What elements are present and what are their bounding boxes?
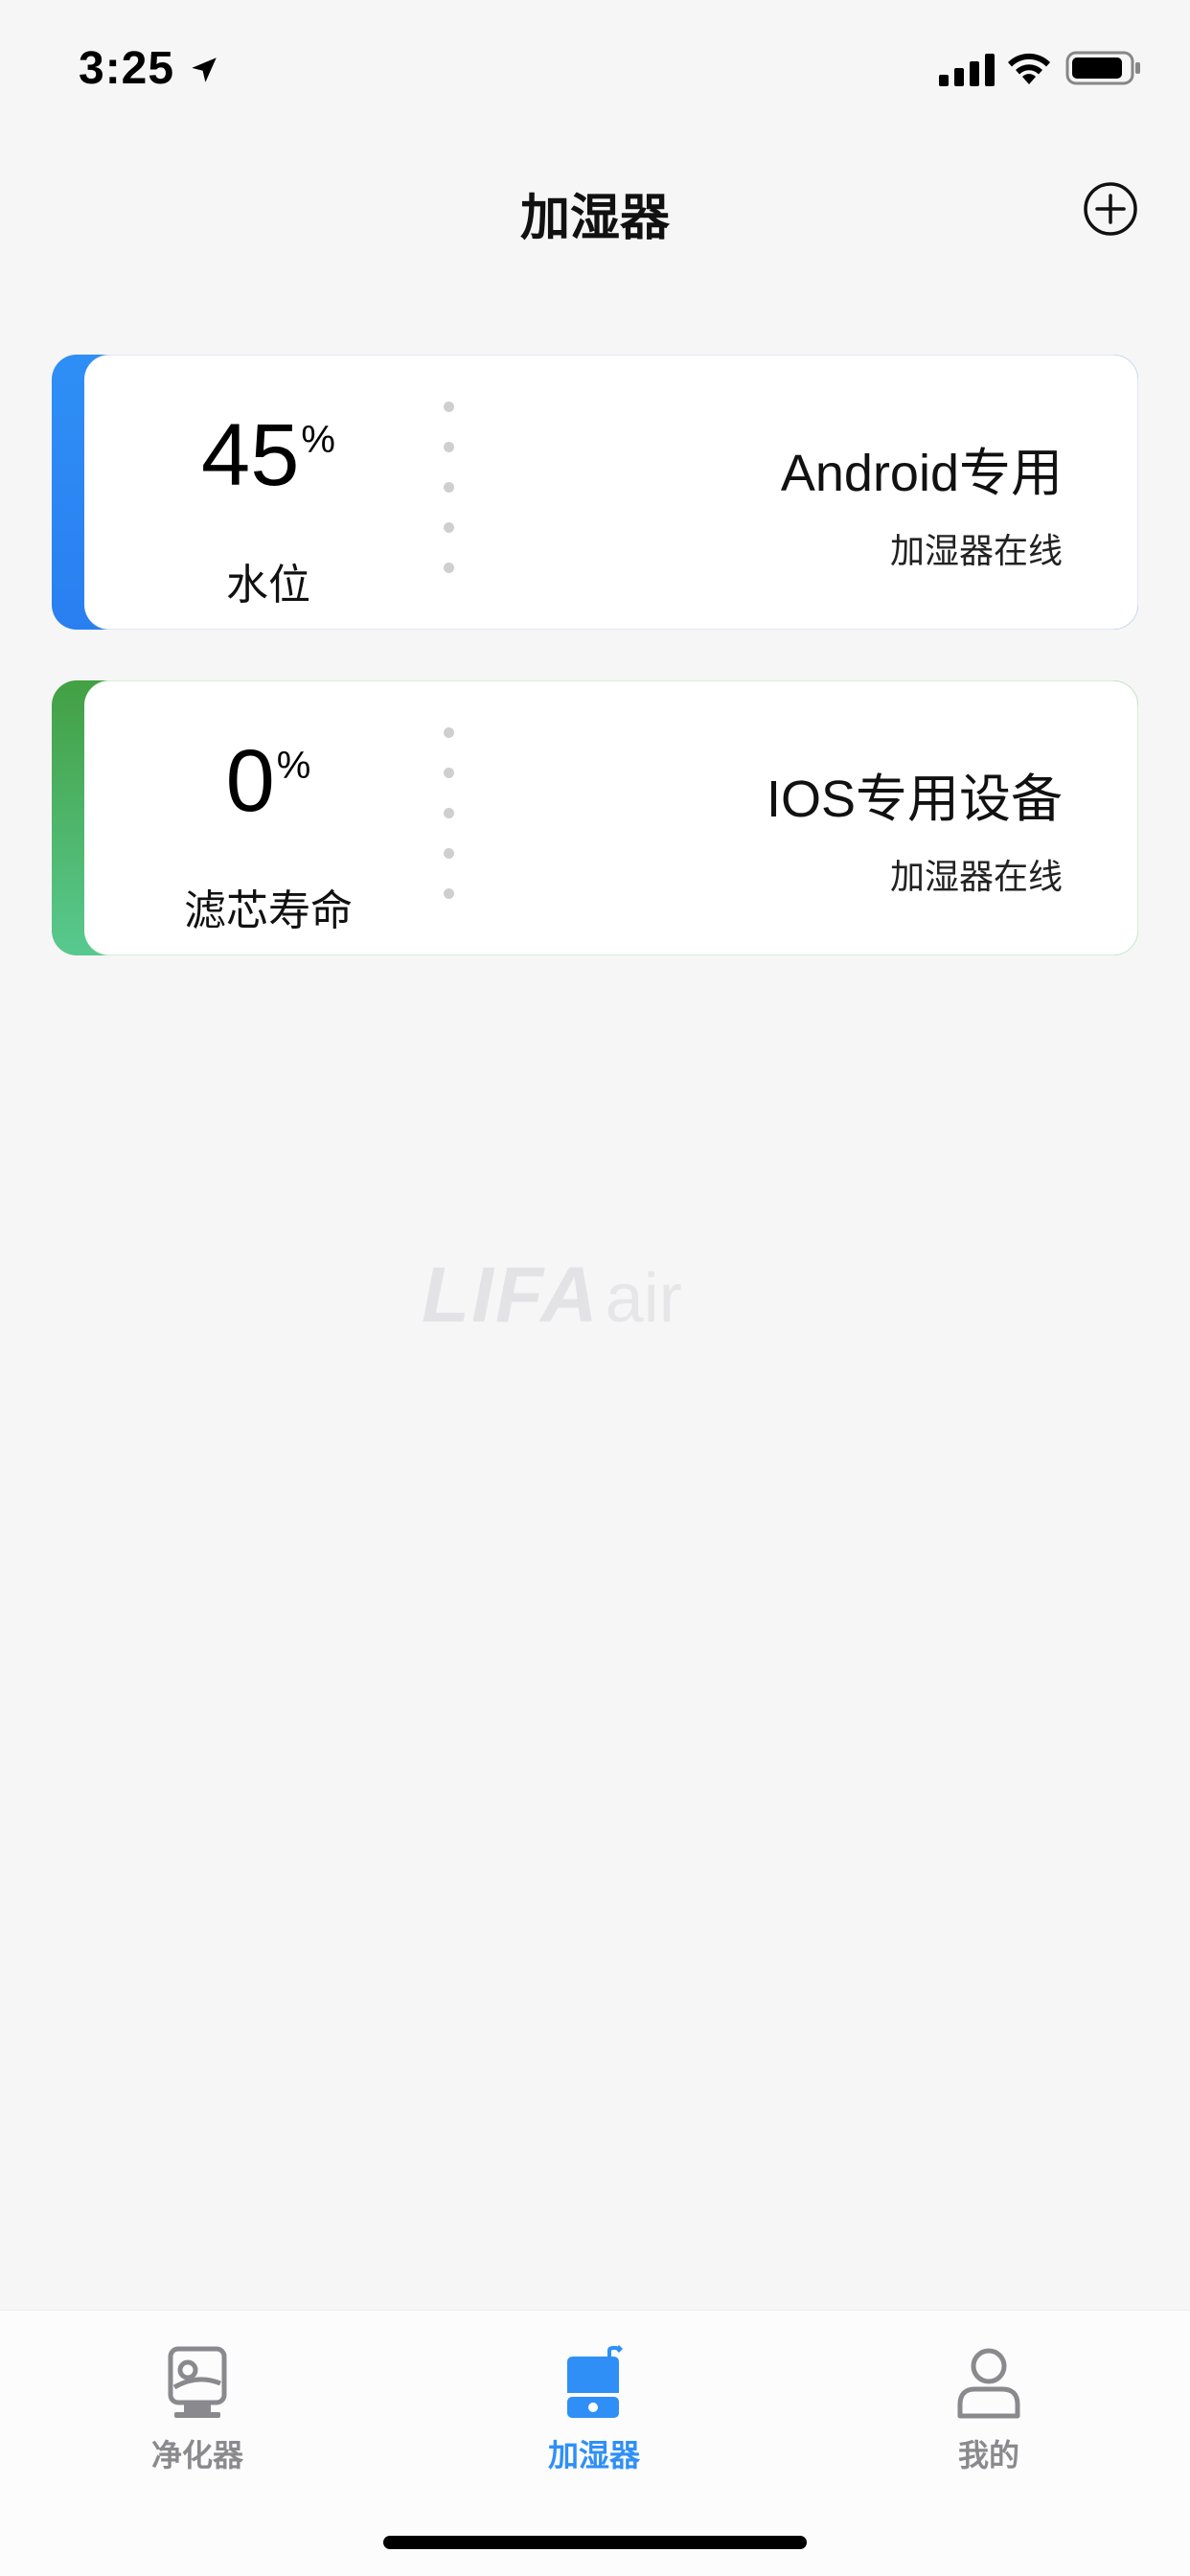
device-status: 加湿器在线 <box>889 532 1063 571</box>
divider-dot <box>444 522 454 533</box>
metric-unit: % <box>301 419 335 461</box>
divider-dot <box>444 888 454 899</box>
device-info: Android专用 加湿器在线 <box>781 430 1063 573</box>
tab-purifier[interactable]: 净化器 <box>82 2328 312 2473</box>
device-card-android[interactable]: 45% 水位 Android专用 加湿器在线 <box>52 355 1138 630</box>
metric-label: 滤芯寿命 <box>184 886 353 935</box>
divider-dot <box>444 442 454 452</box>
metric-value: 45% <box>138 411 399 499</box>
divider-dot <box>444 402 454 412</box>
metric-number: 0 <box>225 732 275 830</box>
device-status: 加湿器在线 <box>889 858 1063 897</box>
device-card-body: 0% 滤芯寿命 IOS专用设备 加湿器在线 <box>84 680 1138 955</box>
metric-value: 0% <box>138 737 399 825</box>
device-card-ios[interactable]: 0% 滤芯寿命 IOS专用设备 加湿器在线 <box>52 680 1138 955</box>
battery-icon <box>1065 51 1140 85</box>
logo-suffix: air <box>605 1260 682 1337</box>
status-bar: 3:25 <box>0 0 1190 134</box>
status-time: 3:25 <box>79 43 175 94</box>
metric-unit: % <box>276 745 311 787</box>
humidifier-icon <box>567 2345 623 2418</box>
add-device-button[interactable] <box>1083 181 1138 237</box>
purifier-icon <box>168 2346 227 2418</box>
divider-dot <box>444 563 454 573</box>
divider-dot <box>444 768 454 778</box>
metric-number: 45 <box>201 406 300 504</box>
tab-label: 净化器 <box>150 2437 243 2473</box>
divider-dot <box>444 848 454 859</box>
divider-dot <box>444 482 454 493</box>
device-name: Android专用 <box>780 445 1063 502</box>
user-icon <box>957 2348 1020 2419</box>
logo-brand: LIFA <box>422 1252 600 1339</box>
brand-watermark-logo: LIFAair <box>422 1251 682 1341</box>
metric-label: 水位 <box>226 561 310 610</box>
dotted-divider <box>444 402 455 593</box>
divider-dot <box>444 808 454 818</box>
tab-label: 我的 <box>957 2437 1019 2473</box>
page-title: 加湿器 <box>519 190 670 247</box>
app-screen: 3:25 加湿器 45% 水位 Android专用 加湿器在线 0% 滤芯寿命 … <box>0 0 1190 2576</box>
cellular-signal-icon <box>939 54 995 86</box>
location-arrow-icon <box>192 58 217 82</box>
wifi-icon <box>1008 53 1050 84</box>
tab-profile[interactable]: 我的 <box>874 2328 1104 2473</box>
metric-block: 0% 滤芯寿命 <box>138 681 399 954</box>
divider-dot <box>444 727 454 738</box>
device-name: IOS专用设备 <box>766 770 1063 828</box>
dotted-divider <box>444 727 455 919</box>
tab-humidifier[interactable]: 加湿器 <box>479 2328 709 2473</box>
tab-label: 加湿器 <box>547 2437 640 2473</box>
device-card-body: 45% 水位 Android专用 加湿器在线 <box>84 355 1138 630</box>
metric-block: 45% 水位 <box>138 356 399 629</box>
device-info: IOS专用设备 加湿器在线 <box>767 756 1063 899</box>
home-indicator[interactable] <box>383 2536 807 2549</box>
